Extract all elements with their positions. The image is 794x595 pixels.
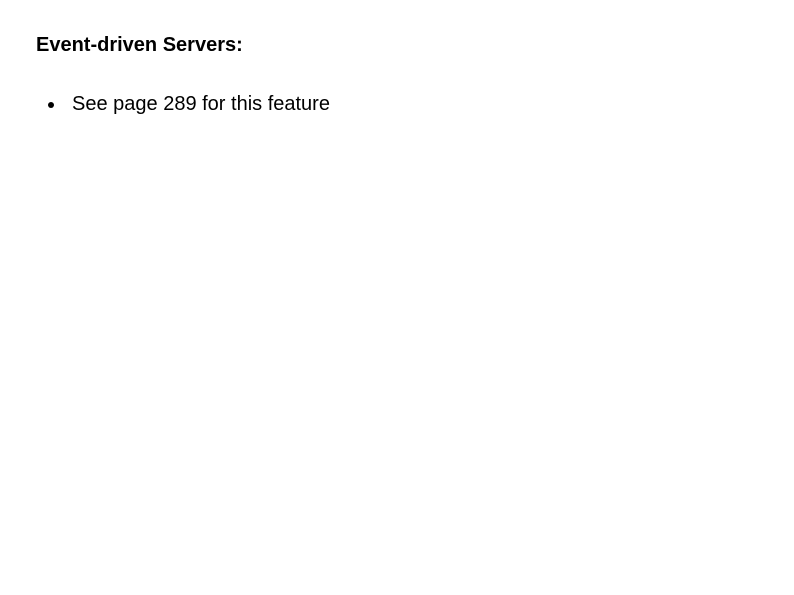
bullet-icon [48,102,54,108]
section-heading: Event-driven Servers: [36,34,243,57]
list-item-text: See page 289 for this feature [72,93,330,116]
bullet-list: See page 289 for this feature [48,93,330,116]
list-item: See page 289 for this feature [48,93,330,116]
